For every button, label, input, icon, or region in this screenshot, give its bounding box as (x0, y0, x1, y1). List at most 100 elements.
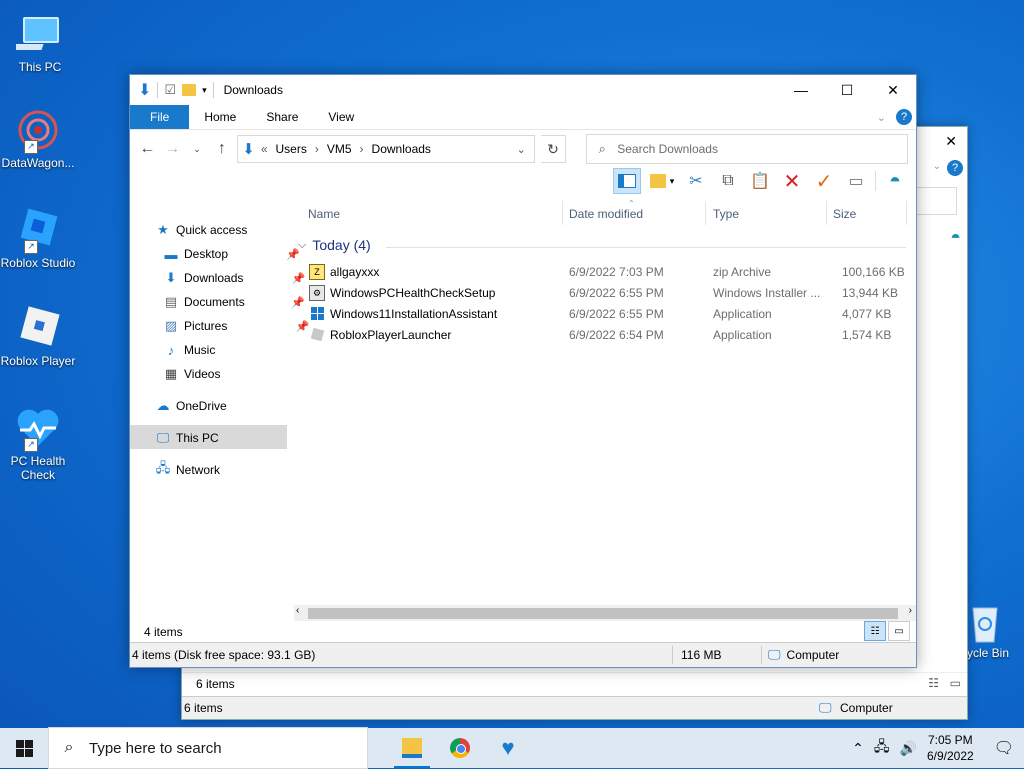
clock[interactable]: 7:05 PM 6/9/2022 (927, 732, 974, 764)
nav-item-desktop[interactable]: ▬ Desktop 📌 (162, 243, 301, 265)
desktop-icon-label: This PC (18, 60, 62, 74)
tab-share[interactable]: Share (251, 105, 313, 129)
close-button[interactable]: ✕ (870, 75, 916, 105)
roblox-launcher-icon (308, 327, 326, 343)
table-row[interactable]: Z allgayxxx 6/9/2022 7:03 PM zip Archive… (308, 261, 916, 282)
view-toggle-icon[interactable]: ▭ (950, 676, 961, 690)
chrome-icon (450, 738, 470, 758)
ribbon-collapse-icon[interactable]: ⌄ (877, 111, 886, 124)
details-view-icon[interactable]: ☷ (864, 621, 886, 641)
refresh-button[interactable]: ↻ (540, 135, 567, 163)
table-row[interactable]: ⚙ WindowsPCHealthCheckSetup 6/9/2022 6:5… (308, 282, 916, 303)
column-header-type[interactable]: Type (713, 207, 739, 221)
column-header-size[interactable]: Size (833, 207, 856, 221)
address-bar[interactable]: ⬇ « Users › VM5 › Downloads ⌄ (237, 135, 535, 163)
desktop-icon-pc-health-check[interactable]: ↗ PC Health Check (0, 404, 76, 482)
paste-icon[interactable]: 📋 (747, 169, 773, 193)
network-icon: 🖧 (155, 460, 171, 475)
folder-options-icon[interactable]: ▾ (647, 169, 677, 193)
notifications-icon[interactable]: 🗨 (994, 738, 1014, 758)
large-icons-view-icon[interactable]: ▭ (888, 621, 910, 641)
nav-item-music[interactable]: ♪ Music (162, 339, 216, 361)
view-toggle-icon[interactable]: ☷ (928, 676, 939, 690)
forward-button[interactable]: → (163, 140, 182, 158)
nav-item-pictures[interactable]: ▨ Pictures 📌 (162, 315, 310, 337)
desktop-icon-roblox-player[interactable]: Roblox Player (0, 304, 76, 368)
scroll-left-icon[interactable]: ‹ (296, 605, 299, 616)
tab-home[interactable]: Home (189, 105, 251, 129)
back-button[interactable]: ← (138, 140, 157, 158)
taskbar-file-explorer[interactable] (388, 728, 436, 768)
search-box-edge[interactable] (916, 187, 957, 215)
minimize-button[interactable]: — (778, 75, 824, 105)
scrollbar-thumb[interactable] (308, 608, 898, 619)
explorer-window[interactable]: ⬇ ☑ ▾ Downloads — ☐ ✕ File Home Share Vi… (129, 74, 917, 668)
group-header[interactable]: ⌵ Today (4) (298, 237, 371, 253)
nav-item-network[interactable]: 🖧 Network (154, 459, 220, 481)
maximize-button[interactable]: ☐ (824, 75, 870, 105)
help-icon[interactable]: ? (947, 160, 963, 176)
computer-icon: 🖵 (768, 647, 781, 662)
taskbar-pc-health-check[interactable]: ♥ (484, 728, 532, 768)
search-input[interactable]: ⌕ Search Downloads (586, 134, 909, 164)
desktop-icon-this-pc[interactable]: This PC (2, 10, 78, 74)
nav-item-downloads[interactable]: ⬇ Downloads 📌 (162, 267, 306, 289)
down-arrow-icon[interactable]: ⬇ (138, 80, 151, 100)
crumb-downloads[interactable]: Downloads (372, 142, 431, 156)
windows-logo-icon (15, 739, 33, 757)
address-dropdown-icon[interactable]: ⌄ (517, 143, 526, 156)
horizontal-scrollbar[interactable]: ‹ › (294, 605, 916, 621)
delete-icon[interactable]: ✕ (779, 169, 805, 193)
crumb-users[interactable]: Users (276, 142, 307, 156)
item-count-bar: 4 items ☷ ▭ (130, 621, 916, 643)
checkmark-icon[interactable]: ✓ (811, 169, 837, 193)
nav-item-this-pc[interactable]: 🖵 This PC (154, 427, 219, 449)
status-size: 116 MB (681, 648, 722, 662)
new-folder-icon[interactable] (182, 84, 197, 96)
up-button[interactable]: ↑ (212, 140, 231, 158)
rename-icon[interactable]: ▭ (843, 169, 869, 193)
title-bar[interactable]: ⬇ ☑ ▾ Downloads — ☐ ✕ (130, 75, 916, 105)
taskbar-chrome[interactable] (436, 728, 484, 768)
nav-item-onedrive[interactable]: ☁ OneDrive (154, 395, 227, 417)
tab-file[interactable]: File (130, 105, 190, 129)
close-icon[interactable]: ✕ (945, 133, 957, 150)
start-button[interactable] (0, 728, 48, 768)
file-name: RobloxPlayerLauncher (330, 327, 452, 342)
cut-icon[interactable]: ✂ (683, 169, 709, 193)
preview-pane-icon[interactable] (613, 168, 641, 194)
nav-label: OneDrive (176, 399, 227, 413)
chevron-down-icon: ⌵ (298, 238, 307, 251)
desktop-icon-roblox-studio[interactable]: ↗ Roblox Studio (0, 206, 76, 270)
desktop-icon-datawagon[interactable]: ↗ DataWagon... (0, 106, 76, 170)
shell-icon[interactable]: ◓ (950, 227, 961, 248)
volume-icon[interactable]: 🔊 (900, 740, 917, 757)
status-bar: 4 items (Disk free space: 93.1 GB) 116 M… (130, 642, 916, 667)
tab-view[interactable]: View (313, 105, 369, 129)
computer-icon: 🖵 (819, 700, 832, 715)
shell-icon[interactable]: ◓ (882, 169, 908, 193)
table-row[interactable]: RobloxPlayerLauncher 6/9/2022 6:54 PM Ap… (308, 324, 916, 345)
address-overflow[interactable]: « (261, 142, 268, 156)
heart-pulse-icon: ♥ (501, 735, 515, 760)
column-header-name[interactable]: Name (308, 207, 340, 221)
file-name: WindowsPCHealthCheckSetup (330, 285, 496, 300)
chevron-up-icon[interactable]: ⌃ (852, 740, 864, 757)
table-row[interactable]: Windows11InstallationAssistant 6/9/2022 … (308, 303, 916, 324)
copy-icon[interactable]: ⧉ (715, 169, 741, 193)
network-icon[interactable]: 🖧 (874, 736, 890, 760)
taskbar-search-input[interactable]: ⌕ Type here to search (48, 727, 368, 769)
ribbon-collapse-icon[interactable]: ⌄ (933, 161, 941, 172)
nav-item-videos[interactable]: ▦ Videos (162, 363, 221, 385)
crumb-vm5[interactable]: VM5 (327, 142, 352, 156)
command-toolbar: ▾ ✂ ⧉ 📋 ✕ ✓ ▭ ◓ (130, 168, 916, 194)
column-header-date[interactable]: Date modified (569, 207, 643, 221)
nav-item-quick-access[interactable]: ★ Quick access (154, 219, 247, 241)
recent-locations-icon[interactable]: ⌄ (188, 144, 207, 155)
properties-icon[interactable]: ☑ (164, 82, 176, 98)
scroll-right-icon[interactable]: › (909, 605, 912, 616)
videos-icon: ▦ (164, 366, 178, 381)
nav-item-documents[interactable]: ▤ Documents 📌 (162, 291, 305, 313)
qat-dropdown-icon[interactable]: ▾ (202, 85, 207, 96)
help-icon[interactable]: ? (896, 109, 912, 125)
